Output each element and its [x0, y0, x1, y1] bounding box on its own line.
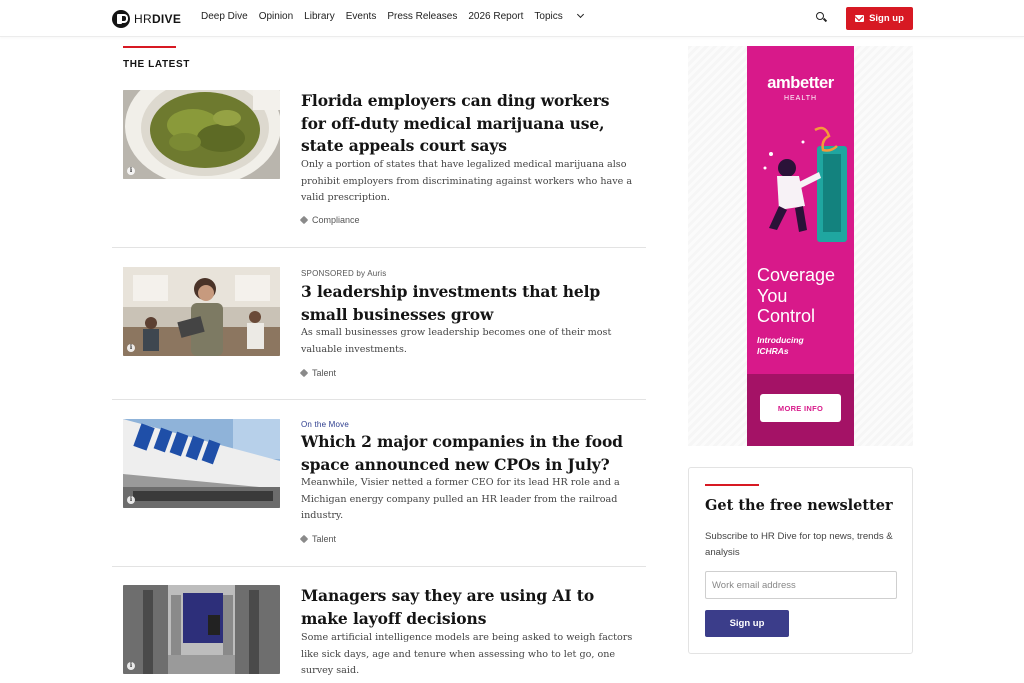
sponsored-label: SPONSORED [301, 269, 354, 278]
divider [112, 247, 646, 248]
newsletter-box: Get the free newsletter Subscribe to HR … [688, 467, 913, 654]
site-header: HRDIVE Deep Dive Opinion Library Events … [0, 0, 1024, 37]
article-thumbnail[interactable]: i [123, 267, 280, 356]
article-item: i Florida employers can ding workers for… [112, 90, 646, 248]
article-headline[interactable]: Managers say they are using AI to make l… [301, 585, 631, 630]
article-thumbnail[interactable]: i [123, 419, 280, 508]
nav-opinion[interactable]: Opinion [259, 11, 293, 22]
info-icon[interactable]: i [127, 662, 135, 670]
article-kicker: SPONSORED by Auris [301, 269, 386, 278]
article-dek: Only a portion of states that have legal… [301, 159, 633, 203]
nav-press-releases[interactable]: Press Releases [387, 11, 457, 22]
tag-icon [299, 215, 309, 225]
main-nav: Deep Dive Opinion Library Events Press R… [201, 10, 594, 22]
divider [112, 399, 646, 400]
mail-icon [855, 15, 865, 22]
nav-topics[interactable]: Topics [534, 10, 584, 22]
tag-icon [299, 368, 309, 378]
ad-headline-line: You [757, 285, 788, 306]
ad-intro: Introducing ICHRAs [757, 335, 852, 357]
ambetter-ad[interactable]: ambetter HEALTH Coverage You Control Int… [747, 46, 854, 446]
nav-2026-report[interactable]: 2026 Report [468, 11, 523, 22]
ad-illustration [763, 126, 847, 242]
marijuana-bowl-image [123, 90, 280, 179]
article-item: i SPONSORED by Auris 3 leadership invest… [112, 267, 646, 400]
article-headline[interactable]: Which 2 major companies in the food spac… [301, 431, 631, 476]
logo-hr-text: HR [134, 11, 152, 26]
ad-headline-line: Coverage [757, 265, 836, 285]
email-field[interactable] [705, 571, 897, 599]
nav-deep-dive[interactable]: Deep Dive [201, 11, 248, 22]
info-icon[interactable]: i [127, 167, 135, 175]
article-tag-label: Talent [312, 368, 337, 378]
article-dek: Meanwhile, Visier netted a former CEO fo… [301, 477, 620, 521]
newsletter-accent-bar [705, 484, 759, 486]
article-thumbnail[interactable]: i [123, 585, 280, 674]
ad-headline-line: Control [757, 306, 816, 326]
newsletter-description: Subscribe to HR Dive for top news, trend… [705, 531, 893, 558]
ad-more-info-button[interactable]: MORE INFO [760, 394, 841, 422]
divider [112, 566, 646, 567]
logo-icon [112, 9, 130, 28]
ad-intro-line: Introducing [757, 335, 804, 345]
newsletter-title: Get the free newsletter [705, 497, 893, 514]
tag-icon [299, 534, 309, 544]
info-icon[interactable]: i [127, 344, 135, 352]
article-dek: Some artificial intelligence models are … [301, 632, 633, 676]
sponsor-name[interactable]: by Auris [356, 269, 386, 278]
article-kicker[interactable]: On the Move [301, 420, 349, 429]
nav-library[interactable]: Library [304, 11, 335, 22]
office-woman-image [123, 267, 280, 356]
info-icon[interactable]: i [127, 496, 135, 504]
section-accent-bar [123, 46, 176, 48]
chevron-down-icon [576, 10, 584, 19]
article-tag-label: Talent [312, 534, 337, 544]
empty-cubicles-image [123, 585, 280, 674]
article-tag[interactable]: Talent [299, 534, 337, 544]
nav-events[interactable]: Events [346, 11, 377, 22]
article-thumbnail[interactable]: i [123, 90, 280, 179]
article-item: i On the Move Which 2 major companies in… [112, 419, 646, 567]
article-tag[interactable]: Talent [299, 368, 337, 378]
ad-brand-sub: HEALTH [783, 95, 818, 102]
article-tag-label: Compliance [312, 215, 360, 225]
nav-topics-label: Topics [534, 11, 563, 22]
article-dek: As small businesses grow leadership beco… [301, 327, 612, 355]
ad-intro-line: ICHRAs [757, 346, 789, 356]
article-headline[interactable]: 3 leadership investments that help small… [301, 281, 631, 326]
article-item: i Managers say they are using AI to make… [112, 585, 646, 683]
site-logo[interactable]: HRDIVE [112, 9, 181, 28]
signup-label: Sign up [869, 13, 904, 24]
ad-headline: Coverage You Control [757, 265, 852, 327]
ad-container: ambetter HEALTH Coverage You Control Int… [688, 46, 913, 446]
ad-brand: ambetter [767, 74, 834, 92]
newsletter-signup-button[interactable]: Sign up [705, 610, 789, 637]
kroger-building-image [123, 419, 280, 508]
search-icon[interactable] [816, 12, 828, 23]
section-title: THE LATEST [123, 59, 190, 70]
signup-button[interactable]: Sign up [846, 7, 913, 30]
article-headline[interactable]: Florida employers can ding workers for o… [301, 90, 631, 158]
ad-footer: MORE INFO [747, 374, 854, 446]
article-tag[interactable]: Compliance [299, 215, 360, 225]
logo-dive-text: DIVE [151, 11, 182, 26]
